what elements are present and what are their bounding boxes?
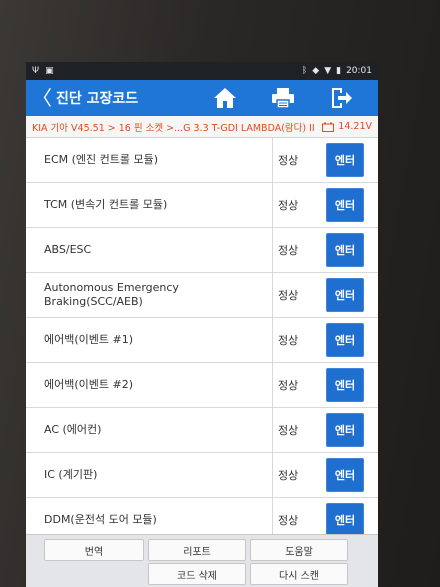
- home-button[interactable]: [212, 86, 238, 110]
- enter-button[interactable]: 엔터: [326, 233, 364, 267]
- module-status: 정상: [278, 289, 299, 302]
- app-bar: 〈 진단 고장코드: [26, 80, 378, 116]
- module-status: 정상: [278, 514, 299, 527]
- enter-button[interactable]: 엔터: [326, 143, 364, 177]
- module-name: 에어백(이벤트 #2): [44, 378, 134, 391]
- enter-button[interactable]: 엔터: [326, 278, 364, 312]
- module-status: 정상: [278, 244, 299, 257]
- module-status: 정상: [278, 199, 299, 212]
- battery-voltage-icon: [322, 122, 335, 132]
- wifi-icon: ▼: [324, 66, 332, 76]
- module-list: ECM (엔진 컨트롤 모듈) 정상 엔터 TCM (변속기 컨트롤 모듈) 정…: [26, 138, 378, 543]
- column-divider: [272, 273, 273, 317]
- module-row: Autonomous Emergency Braking(SCC/AEB) 정상…: [26, 273, 378, 318]
- signal-icon: ◆: [312, 66, 320, 76]
- clock: 20:01: [346, 66, 372, 76]
- breadcrumb-path: KIA 기아 V45.51 > 16 핀 소켓 >...G 3.3 T-GDI …: [32, 122, 315, 134]
- module-row: ABS/ESC 정상 엔터: [26, 228, 378, 273]
- enter-button[interactable]: 엔터: [326, 323, 364, 357]
- column-divider: [272, 408, 273, 452]
- module-name: 에어백(이벤트 #1): [44, 333, 134, 346]
- status-bar: Ψ ▣ ᛒ ◆ ▼ ▮ 20:01: [26, 62, 378, 80]
- module-row: 에어백(이벤트 #2) 정상 엔터: [26, 363, 378, 408]
- module-status: 정상: [278, 154, 299, 167]
- enter-button[interactable]: 엔터: [326, 413, 364, 447]
- module-row: 에어백(이벤트 #1) 정상 엔터: [26, 318, 378, 363]
- tablet-device: Ψ ▣ ᛒ ◆ ▼ ▮ 20:01 〈 진단 고장코드 KIA 기아 V45.5…: [0, 0, 440, 587]
- module-name: DDM(운전석 도어 모듈): [44, 513, 157, 526]
- module-row: ECM (엔진 컨트롤 모듈) 정상 엔터: [26, 138, 378, 183]
- module-row: TCM (변속기 컨트롤 모듈) 정상 엔터: [26, 183, 378, 228]
- module-name: Autonomous Emergency Braking(SCC/AEB): [44, 281, 179, 308]
- translate-button[interactable]: 번역: [44, 539, 144, 561]
- module-status: 정상: [278, 469, 299, 482]
- column-divider: [272, 228, 273, 272]
- module-row: IC (계기판) 정상 엔터: [26, 453, 378, 498]
- printer-icon: [272, 88, 294, 109]
- column-divider: [272, 138, 273, 182]
- module-name: TCM (변속기 컨트롤 모듈): [44, 198, 168, 211]
- enter-button[interactable]: 엔터: [326, 458, 364, 492]
- home-icon: [214, 88, 236, 108]
- module-status: 정상: [278, 334, 299, 347]
- rescan-button[interactable]: 다시 스캔: [250, 563, 348, 585]
- module-name: ABS/ESC: [44, 243, 92, 256]
- exit-icon: [332, 88, 352, 108]
- help-button[interactable]: 도움말: [250, 539, 348, 561]
- usb-icon: Ψ: [32, 66, 40, 76]
- report-button[interactable]: 리포트: [148, 539, 246, 561]
- notification-icon: ▣: [45, 66, 54, 76]
- back-button[interactable]: 〈: [32, 80, 52, 116]
- page-title: 진단 고장코드: [56, 91, 139, 107]
- column-divider: [272, 453, 273, 497]
- screen: Ψ ▣ ᛒ ◆ ▼ ▮ 20:01 〈 진단 고장코드 KIA 기아 V45.5…: [26, 62, 378, 587]
- voltage-indicator: 14.21V: [322, 121, 372, 132]
- enter-button[interactable]: 엔터: [326, 188, 364, 222]
- module-status: 정상: [278, 424, 299, 437]
- column-divider: [272, 318, 273, 362]
- clear-codes-button[interactable]: 코드 삭제: [148, 563, 246, 585]
- print-button[interactable]: [270, 86, 296, 110]
- module-row: AC (에어컨) 정상 엔터: [26, 408, 378, 453]
- enter-button[interactable]: 엔터: [326, 503, 364, 537]
- column-divider: [272, 183, 273, 227]
- enter-button[interactable]: 엔터: [326, 368, 364, 402]
- exit-button[interactable]: [328, 86, 354, 110]
- column-divider: [272, 363, 273, 407]
- battery-icon: ▮: [336, 66, 342, 76]
- module-status: 정상: [278, 379, 299, 392]
- bluetooth-icon: ᛒ: [301, 66, 308, 76]
- breadcrumb: KIA 기아 V45.51 > 16 핀 소켓 >...G 3.3 T-GDI …: [26, 116, 378, 138]
- module-name: ECM (엔진 컨트롤 모듈): [44, 153, 159, 166]
- voltage-value: 14.21V: [338, 121, 372, 132]
- module-name: AC (에어컨): [44, 423, 102, 436]
- bottom-toolbar: 번역 리포트 도움말 코드 삭제 다시 스캔: [26, 534, 378, 587]
- module-name: IC (계기판): [44, 468, 98, 481]
